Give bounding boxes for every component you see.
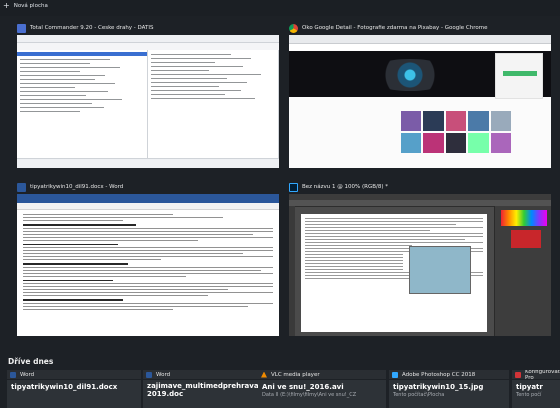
window-title: tipyatrikywin10_dil91.docx - Word [30, 184, 124, 190]
photoshop-icon [392, 371, 398, 378]
window-thumbnail [17, 194, 279, 336]
timeline-card[interactable]: Word zajimave_multimedprehravace 2019.do… [143, 370, 258, 408]
app-name: VLC media player [271, 371, 320, 378]
window-title: Bez názvu 1 @ 100% (RGB/8) * [302, 184, 388, 190]
right-file-panel [148, 50, 279, 158]
window-title: Oko Google Detail - Fotografie zdarma na… [302, 25, 488, 31]
vlc-cone-icon [261, 371, 267, 378]
app-name: Konfigurovat Pro [525, 370, 560, 381]
app-name: Word [156, 371, 171, 378]
document-name: tipyatr [516, 383, 543, 391]
chrome-icon [289, 23, 298, 33]
app-name: Adobe Photoshop CC 2018 [402, 371, 476, 378]
word-icon [10, 371, 16, 378]
new-desktop-label: Nová plocha [13, 3, 48, 9]
timeline-card[interactable]: Konfigurovat Pro tipyatr Tento počí [512, 370, 560, 408]
document-path: Data II (E:)\filmy\filmy\Ani ve snu!_CZ [262, 392, 357, 398]
document-name: zajimave_multimedprehravace 2019.doc [147, 382, 258, 398]
left-file-panel [17, 50, 148, 158]
window-thumbnail [289, 35, 551, 168]
timeline-heading: Dříve dnes [8, 357, 54, 366]
window-chrome[interactable]: Oko Google Detail - Fotografie zdarma na… [289, 22, 551, 168]
window-title: Total Commander 9.20 - Ceske drahy - DAT… [30, 25, 154, 31]
total-commander-icon [17, 23, 26, 33]
document-name: tipyatrikywin10_dil91.docx [11, 383, 118, 391]
timeline-card[interactable]: VLC media player Ani ve snu!_2016.avi Da… [258, 370, 386, 408]
timeline-card[interactable]: Word tipyatrikywin10_dil91.docx [7, 370, 141, 408]
window-word[interactable]: tipyatrikywin10_dil91.docx - Word [17, 181, 279, 336]
app-icon [515, 371, 521, 378]
document-path: Tento počí [516, 392, 542, 398]
window-total-commander[interactable]: Total Commander 9.20 - Ceske drahy - DAT… [17, 22, 279, 168]
window-thumbnail [289, 194, 551, 336]
task-view-topbar: + Nová plocha [0, 0, 560, 16]
document-name: Ani ve snu!_2016.avi [262, 383, 344, 391]
word-icon [17, 182, 26, 192]
plus-icon: + [3, 1, 10, 10]
photoshop-icon [289, 182, 298, 192]
word-icon [146, 371, 152, 378]
eye-image [364, 59, 456, 91]
app-name: Word [20, 371, 35, 378]
timeline-card[interactable]: Adobe Photoshop CC 2018 tipyatrikywin10_… [389, 370, 509, 408]
new-desktop-button[interactable]: + Nová plocha [3, 2, 48, 10]
document-path: Tento počítač\Plocha [393, 392, 445, 398]
document-name: tipyatrikywin10_15.jpg [393, 383, 484, 391]
window-thumbnail [17, 35, 279, 168]
window-photoshop[interactable]: Bez názvu 1 @ 100% (RGB/8) * [289, 181, 551, 336]
